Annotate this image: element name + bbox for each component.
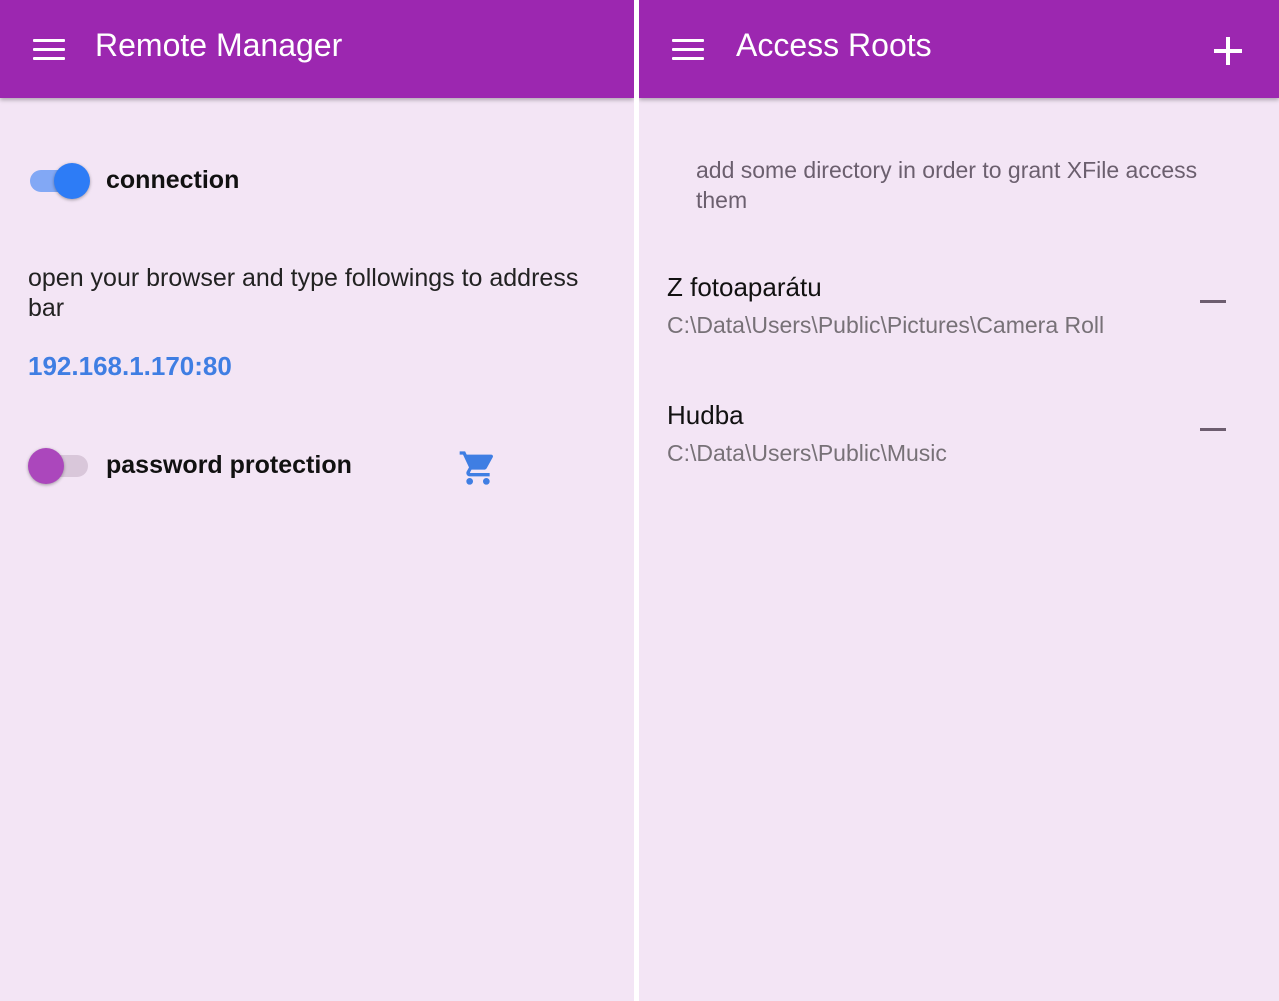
- access-roots-hint: add some directory in order to grant XFi…: [696, 157, 1198, 213]
- instructions-text: open your browser and type followings to…: [28, 264, 579, 322]
- remote-manager-screen: Remote Manager connection open your brow…: [0, 0, 634, 1001]
- connection-toggle[interactable]: [28, 163, 90, 199]
- page-title: Remote Manager: [95, 27, 343, 63]
- root-name: Hudba: [667, 400, 744, 430]
- list-item[interactable]: Hudba C:\Data\Users\Public\Music: [639, 400, 1279, 510]
- access-roots-appbar: Access Roots: [639, 0, 1279, 98]
- menu-icon[interactable]: [672, 39, 704, 61]
- server-address: 192.168.1.170:80: [28, 351, 232, 381]
- root-path: C:\Data\Users\Public\Music: [667, 440, 947, 466]
- password-protection-toggle[interactable]: [28, 448, 90, 484]
- remove-root-button[interactable]: [1200, 292, 1226, 312]
- list-item[interactable]: Z fotoaparátu C:\Data\Users\Public\Pictu…: [639, 272, 1279, 382]
- shopping-cart-icon[interactable]: [458, 448, 498, 488]
- remove-root-button[interactable]: [1200, 420, 1226, 440]
- access-roots-screen: Access Roots add some directory in order…: [639, 0, 1279, 1001]
- page-title: Access Roots: [736, 27, 932, 63]
- remote-manager-appbar: Remote Manager: [0, 0, 634, 98]
- root-name: Z fotoaparátu: [667, 272, 822, 302]
- add-root-button[interactable]: [1214, 37, 1242, 65]
- root-path: C:\Data\Users\Public\Pictures\Camera Rol…: [667, 312, 1105, 338]
- password-protection-label: password protection: [106, 451, 352, 479]
- menu-icon[interactable]: [33, 39, 65, 61]
- connection-label: connection: [106, 166, 240, 194]
